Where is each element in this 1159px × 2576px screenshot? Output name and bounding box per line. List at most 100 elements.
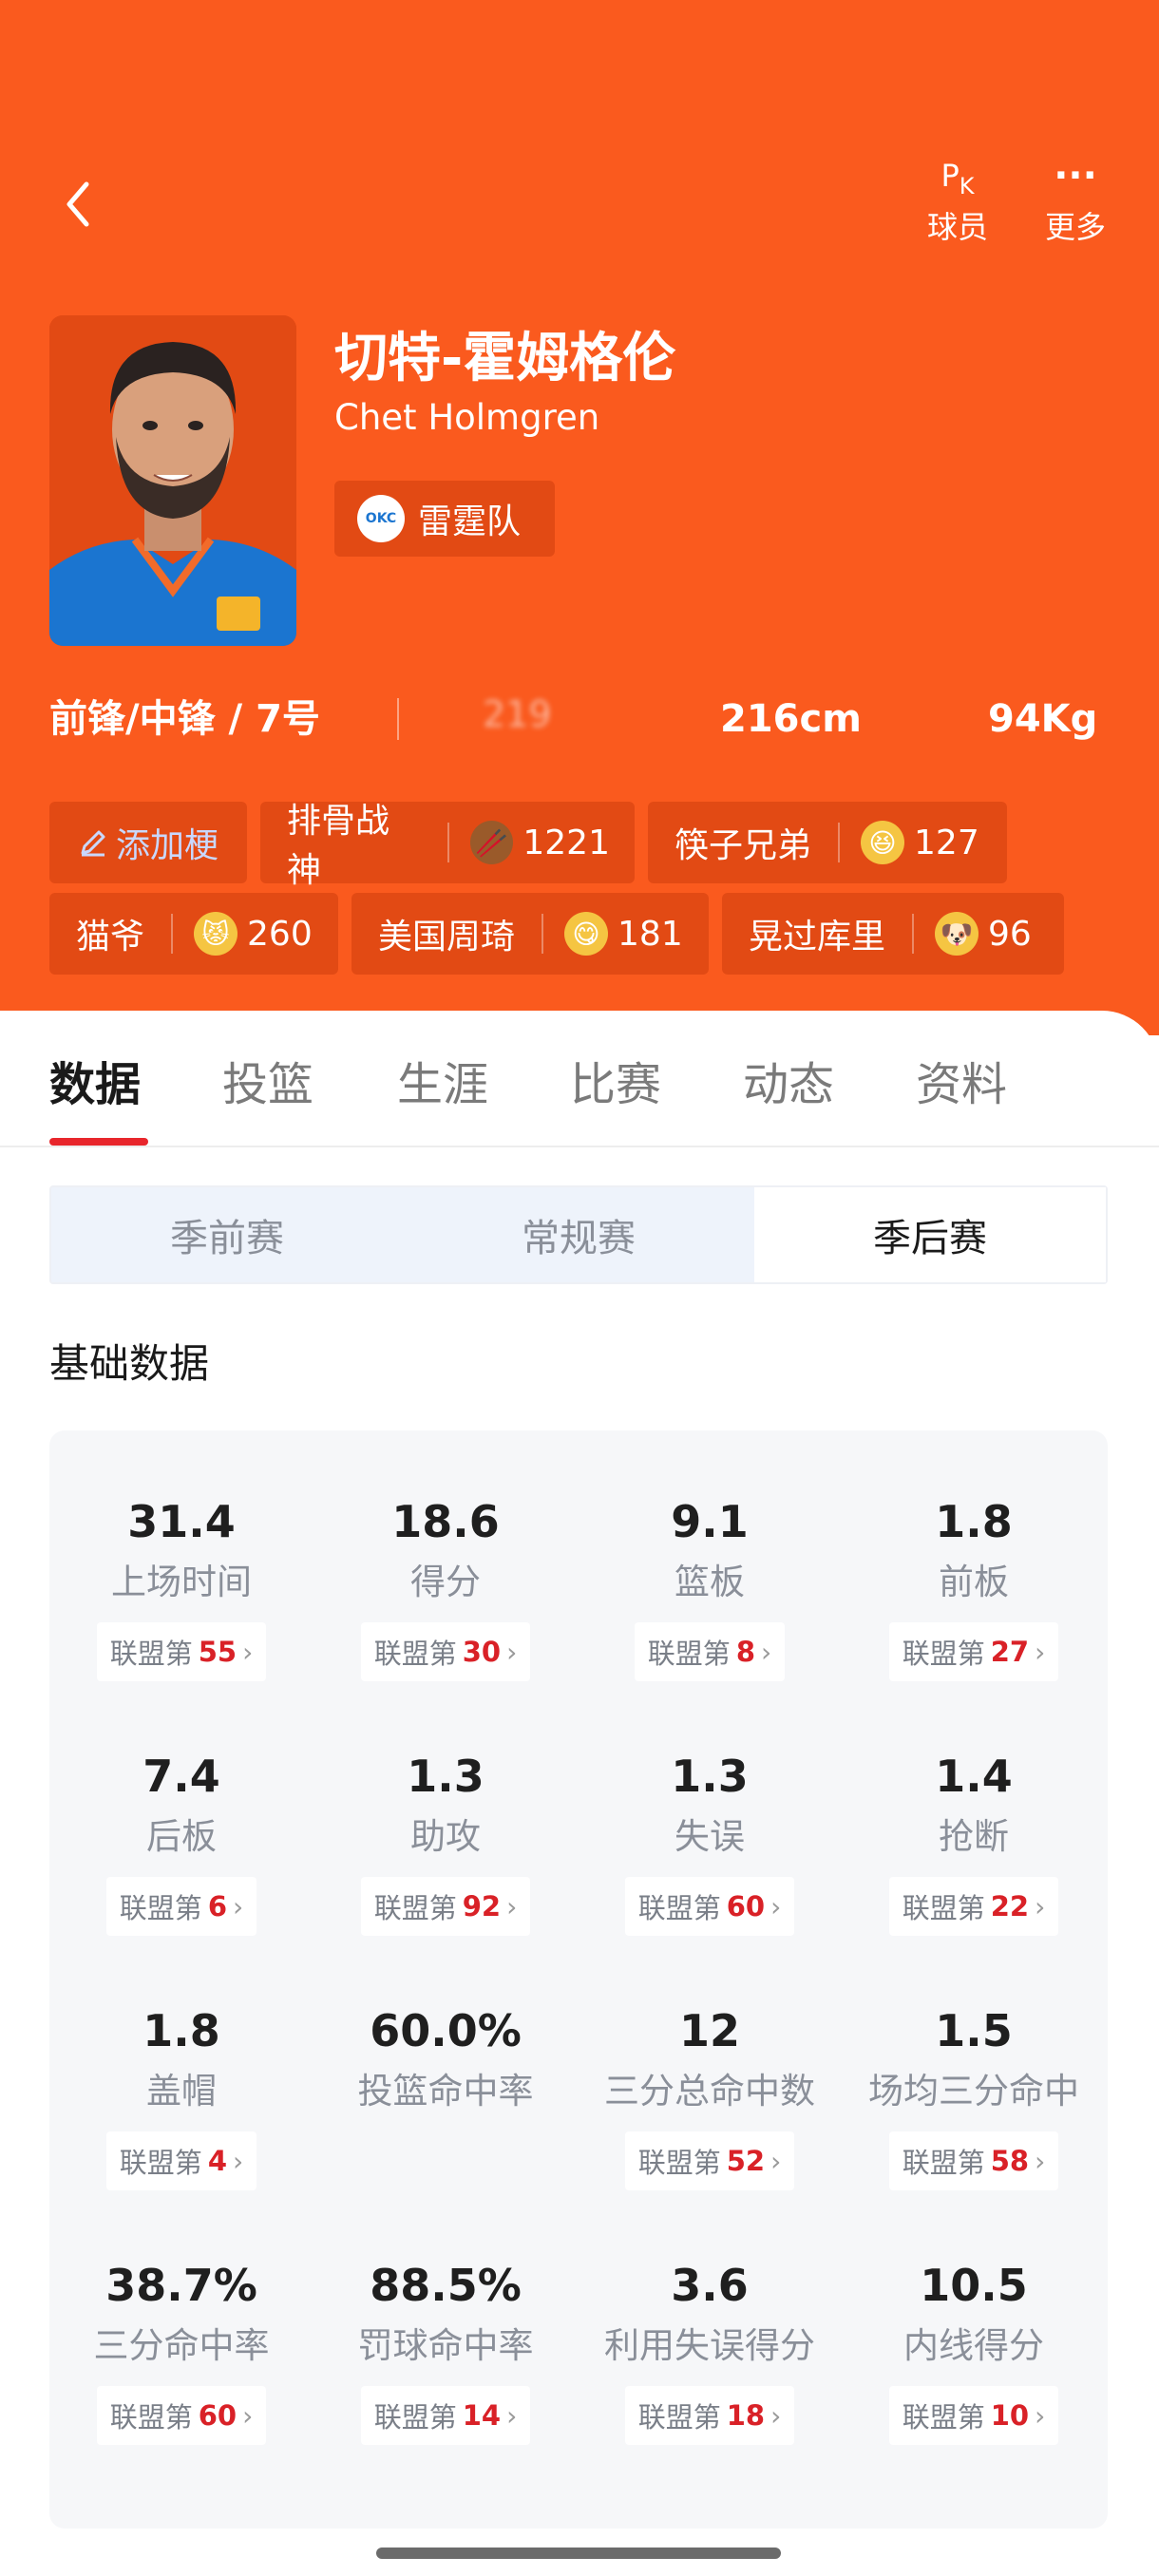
- segment-regular-season[interactable]: 常规赛: [403, 1187, 754, 1282]
- stat-label: 三分命中率: [93, 2325, 270, 2366]
- league-rank-button[interactable]: 联盟第 60 ›: [624, 1877, 795, 1936]
- segment-preseason[interactable]: 季前赛: [51, 1187, 403, 1282]
- section-title: 基础数据: [49, 1340, 210, 1387]
- tag-emoji-icon: 🥢: [470, 821, 514, 864]
- tab-news[interactable]: 动态: [743, 1047, 834, 1113]
- stat-value: 31.4: [127, 1496, 236, 1547]
- rank-number: 8: [735, 1636, 755, 1668]
- stat-value: 1.5: [935, 2005, 1013, 2056]
- stat-label: 篮板: [674, 1562, 745, 1602]
- stat-cell: 88.5% 罚球命中率 联盟第 14 ›: [314, 2257, 578, 2445]
- back-button[interactable]: [49, 171, 106, 237]
- tab-profile[interactable]: 资料: [916, 1047, 1007, 1113]
- rank-prefix: 联盟第: [902, 2147, 985, 2179]
- rank-prefix: 联盟第: [373, 1638, 457, 1670]
- rank-number: 30: [462, 1636, 502, 1668]
- stat-cell: 1.5 场均三分命中联盟第 58 ›: [842, 2002, 1106, 2190]
- stat-label: 场均三分命中: [868, 2071, 1079, 2112]
- league-rank-button[interactable]: 联盟第 18 ›: [624, 2386, 795, 2445]
- team-logo-icon: OKC: [357, 495, 405, 542]
- more-button[interactable]: ··· 更多: [1018, 152, 1132, 247]
- more-icon: ···: [1054, 154, 1097, 198]
- chevron-right-icon: ›: [770, 1890, 782, 1923]
- tag-count: 181: [618, 914, 683, 954]
- segment-playoffs[interactable]: 季后赛: [754, 1187, 1106, 1282]
- rank-prefix: 联盟第: [109, 1638, 193, 1670]
- stat-value: 1.3: [671, 1751, 749, 1802]
- stat-label: 盖帽: [146, 2071, 217, 2112]
- tag-emoji-icon: 😆: [861, 821, 905, 864]
- stat-value: 60.0%: [370, 2005, 522, 2056]
- tab-data[interactable]: 数据: [49, 1047, 141, 1113]
- stat-cell: 10.5 内线得分 联盟第 10 ›: [842, 2257, 1106, 2445]
- pk-players-button[interactable]: PK 球员: [901, 152, 1015, 247]
- tab-shooting[interactable]: 投篮: [222, 1047, 314, 1113]
- chevron-right-icon: ›: [233, 2145, 244, 2177]
- chevron-right-icon: ›: [506, 1636, 518, 1668]
- rank-prefix: 联盟第: [119, 2147, 202, 2179]
- rank-prefix: 联盟第: [637, 2147, 721, 2179]
- rank-prefix: 联盟第: [373, 2401, 457, 2434]
- rank-number: 60: [726, 1890, 766, 1923]
- league-rank-button[interactable]: 联盟第 14 ›: [360, 2386, 531, 2445]
- league-rank-button[interactable]: 联盟第 58 ›: [888, 2131, 1059, 2190]
- home-indicator[interactable]: [376, 2548, 781, 2559]
- league-rank-button[interactable]: 联盟第 27 ›: [888, 1622, 1059, 1681]
- stat-cell: 1.8 盖帽 联盟第 4 ›: [49, 2002, 314, 2190]
- league-rank-button[interactable]: 联盟第 60 ›: [96, 2386, 267, 2445]
- stat-cell: 60.0% 投篮命中率: [314, 2002, 578, 2118]
- tag-count: 127: [914, 823, 979, 862]
- league-rank-button[interactable]: 联盟第 22 ›: [888, 1877, 1059, 1936]
- stat-cell: 1.4 抢断 联盟第 22 ›: [842, 1748, 1106, 1936]
- tag-separator: [838, 823, 841, 862]
- player-avatar: [49, 315, 296, 646]
- rank-prefix: 联盟第: [119, 1892, 202, 1924]
- chevron-right-icon: ›: [1035, 1636, 1046, 1668]
- rank-prefix: 联盟第: [902, 1892, 985, 1924]
- league-rank-button[interactable]: 联盟第 8 ›: [634, 1622, 786, 1681]
- rank-prefix: 联盟第: [637, 1892, 721, 1924]
- stat-value: 7.4: [142, 1751, 220, 1802]
- stat-label: 抢断: [939, 1816, 1009, 1857]
- nickname-tag[interactable]: 美国周琦 😋 181: [352, 893, 709, 975]
- tag-separator: [447, 823, 450, 862]
- blurred-value: 219: [483, 693, 552, 735]
- tab-career[interactable]: 生涯: [397, 1047, 488, 1113]
- rank-number: 92: [462, 1890, 502, 1923]
- stat-label: 前板: [939, 1562, 1009, 1602]
- nickname-tag[interactable]: 筷子兄弟 😆 127: [648, 802, 1007, 883]
- stat-cell: 31.4 上场时间联盟第 55 ›: [49, 1493, 314, 1681]
- pk-icon: PK: [940, 158, 975, 199]
- nickname-tag[interactable]: 排骨战神 🥢 1221: [260, 802, 635, 890]
- tag-label: 美国周琦: [378, 918, 516, 957]
- stat-label: 后板: [146, 1816, 217, 1857]
- active-tab-indicator: [49, 1138, 148, 1146]
- nickname-tag[interactable]: 猫爷 😾 260: [49, 893, 338, 975]
- league-rank-button[interactable]: 联盟第 6 ›: [105, 1877, 257, 1936]
- league-rank-button[interactable]: 联盟第 4 ›: [105, 2131, 257, 2190]
- league-rank-button[interactable]: 联盟第 10 ›: [888, 2386, 1059, 2445]
- nickname-tag[interactable]: 晃过库里 🐶 96: [722, 893, 1064, 975]
- chevron-right-icon: ›: [242, 2399, 254, 2432]
- add-tag-button[interactable]: 添加梗: [49, 802, 247, 883]
- team-chip[interactable]: OKC 雷霆队: [334, 481, 555, 557]
- league-rank-button[interactable]: 联盟第 55 ›: [96, 1622, 267, 1681]
- stat-label: 上场时间: [111, 1562, 252, 1602]
- stat-label: 三分总命中数: [604, 2071, 815, 2112]
- season-type-selector: 季前赛 常规赛 季后赛: [49, 1185, 1108, 1284]
- chevron-right-icon: ›: [770, 2399, 782, 2432]
- player-height: 216cm: [720, 697, 862, 741]
- tabs-divider: [0, 1146, 1159, 1147]
- edit-pencil-icon: [81, 830, 105, 857]
- league-rank-button[interactable]: 联盟第 30 ›: [360, 1622, 531, 1681]
- tab-games[interactable]: 比赛: [570, 1047, 661, 1113]
- player-weight: 94Kg: [988, 697, 1098, 741]
- stat-value: 88.5%: [370, 2260, 522, 2311]
- chevron-right-icon: ›: [761, 1636, 772, 1668]
- league-rank-button[interactable]: 联盟第 92 ›: [360, 1877, 531, 1936]
- stat-cell: 9.1 篮板 联盟第 8 ›: [578, 1493, 842, 1681]
- tag-count: 1221: [522, 823, 610, 862]
- league-rank-button[interactable]: 联盟第 52 ›: [624, 2131, 795, 2190]
- rank-prefix: 联盟第: [373, 1892, 457, 1924]
- tag-emoji-icon: 🐶: [935, 912, 979, 956]
